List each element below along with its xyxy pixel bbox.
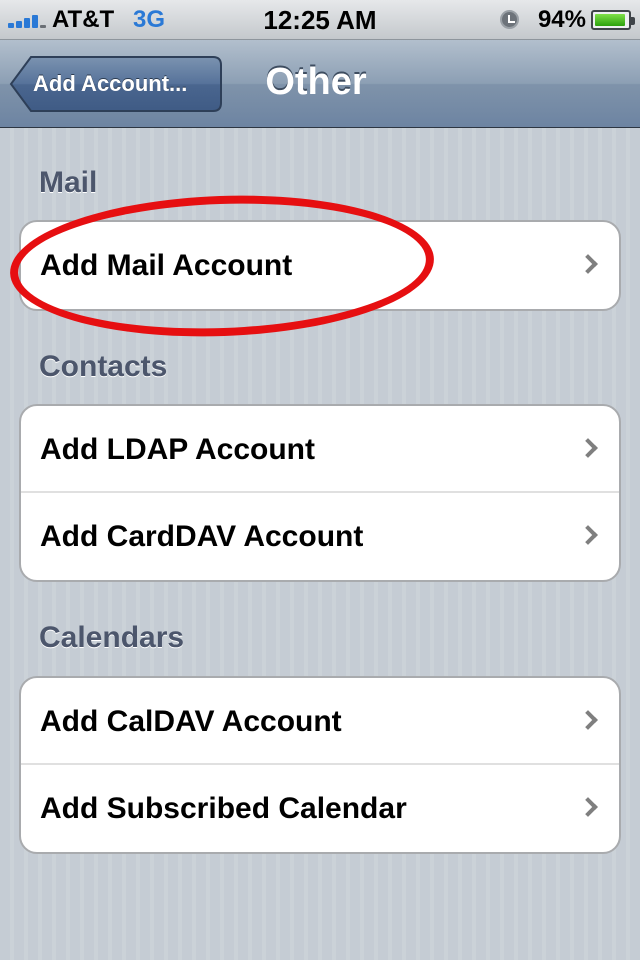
- chevron-right-icon: [578, 438, 598, 458]
- chevron-right-icon: [578, 254, 598, 274]
- chevron-right-icon: [578, 797, 598, 817]
- row-add-caldav-account[interactable]: Add CalDAV Account: [21, 678, 619, 765]
- chevron-right-icon: [578, 525, 598, 545]
- battery-icon: [591, 10, 635, 30]
- row-add-subscribed-calendar[interactable]: Add Subscribed Calendar: [21, 765, 619, 852]
- back-button[interactable]: Add Account...: [9, 55, 223, 113]
- section-header-calendars: Calendars: [39, 621, 185, 654]
- section-header-contacts: Contacts: [39, 350, 168, 383]
- row-label: Add LDAP Account: [40, 433, 315, 466]
- chevron-right-icon: [578, 710, 598, 730]
- battery-fill: [595, 14, 626, 26]
- status-bar: AT&T 3G 12:25 AM 94%: [0, 0, 640, 40]
- navigation-bar: Add Account... Other: [0, 40, 640, 128]
- alarm-icon: [500, 10, 519, 29]
- row-add-ldap-account[interactable]: Add LDAP Account: [21, 406, 619, 493]
- battery-percent: 94%: [537, 6, 586, 33]
- row-label: Add CalDAV Account: [40, 705, 342, 738]
- calendars-group: Add CalDAV Account Add Subscribed Calend…: [19, 676, 621, 854]
- annotation-circle: [7, 188, 437, 344]
- row-label: Add CardDAV Account: [40, 520, 364, 553]
- row-label: Add Subscribed Calendar: [40, 792, 407, 825]
- back-button-label: Add Account...: [33, 71, 188, 96]
- contacts-group: Add LDAP Account Add CardDAV Account: [19, 404, 621, 582]
- row-add-carddav-account[interactable]: Add CardDAV Account: [21, 493, 619, 580]
- section-header-mail: Mail: [39, 166, 98, 199]
- page-title: Other: [265, 61, 367, 103]
